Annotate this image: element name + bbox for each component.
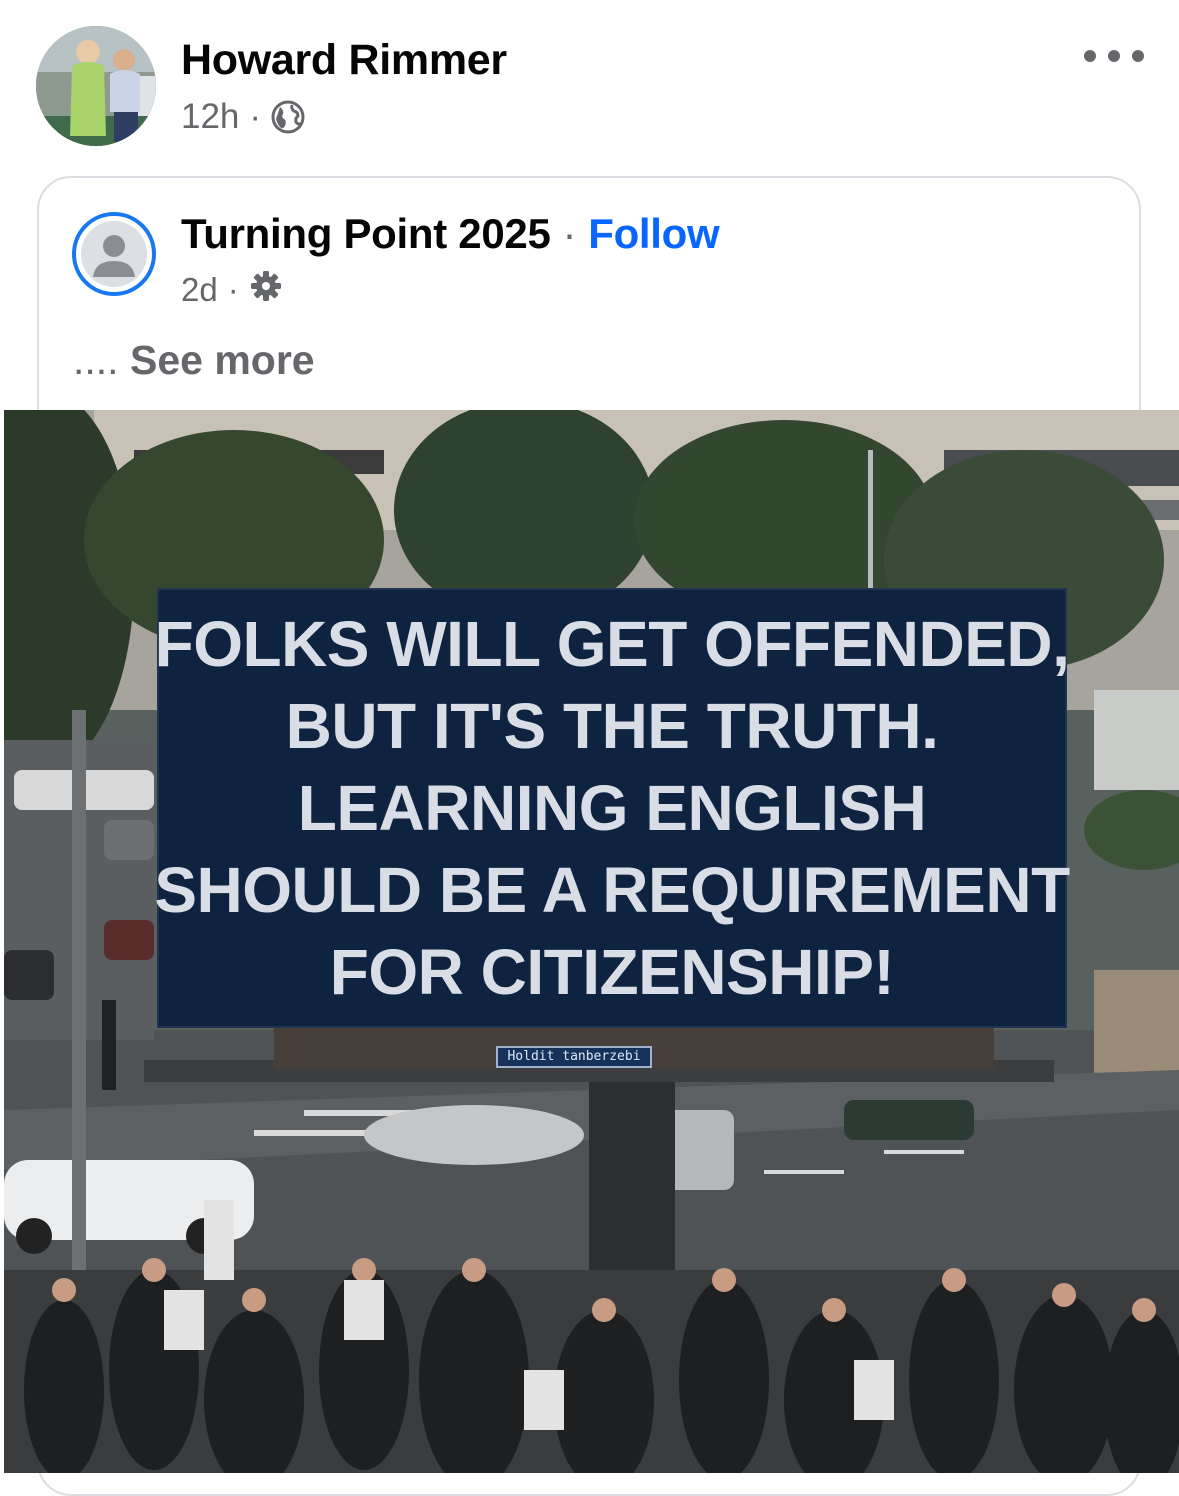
author-avatar-photo <box>36 26 156 146</box>
caption-ellipsis: .... <box>73 337 119 383</box>
billboard-line: SHOULD BE A REQUIREMENT <box>154 854 1070 926</box>
default-profile-icon <box>81 221 147 287</box>
globe-icon[interactable] <box>271 100 305 134</box>
caption: .... See more <box>73 334 315 386</box>
billboard-line: BUT IT'S THE TRUTH. <box>285 690 939 762</box>
page-name[interactable]: Turning Point 2025 <box>181 210 551 258</box>
post-meta: 12h · <box>181 94 305 140</box>
follow-button[interactable]: Follow <box>588 210 719 258</box>
author-name[interactable]: Howard Rimmer <box>181 34 507 86</box>
shared-post-meta: 2d · <box>181 268 283 312</box>
meta-separator: · <box>249 97 262 136</box>
billboard-line: FOR CITIZENSHIP! <box>329 936 895 1008</box>
billboard-plate: Holdit tanberzebi <box>496 1046 652 1068</box>
gear-icon[interactable] <box>249 269 283 311</box>
page-avatar[interactable] <box>72 212 156 296</box>
post-timestamp[interactable]: 12h <box>181 97 239 137</box>
author-avatar[interactable] <box>36 26 156 146</box>
see-more-link[interactable]: See more <box>130 337 315 383</box>
more-options-icon[interactable] <box>1084 36 1144 76</box>
billboard-line: FOLKS WILL GET OFFENDED, <box>154 608 1070 680</box>
post-image[interactable]: FOLKS WILL GET OFFENDED, BUT IT'S THE TR… <box>4 410 1179 1473</box>
billboard: FOLKS WILL GET OFFENDED, BUT IT'S THE TR… <box>154 588 1070 1028</box>
shared-post-header: Turning Point 2025 · Follow <box>181 207 720 261</box>
page-separator: · <box>562 210 577 257</box>
billboard-line: LEARNING ENGLISH <box>297 772 927 844</box>
shared-meta-separator: · <box>227 271 239 308</box>
shared-post-timestamp[interactable]: 2d <box>181 271 218 309</box>
